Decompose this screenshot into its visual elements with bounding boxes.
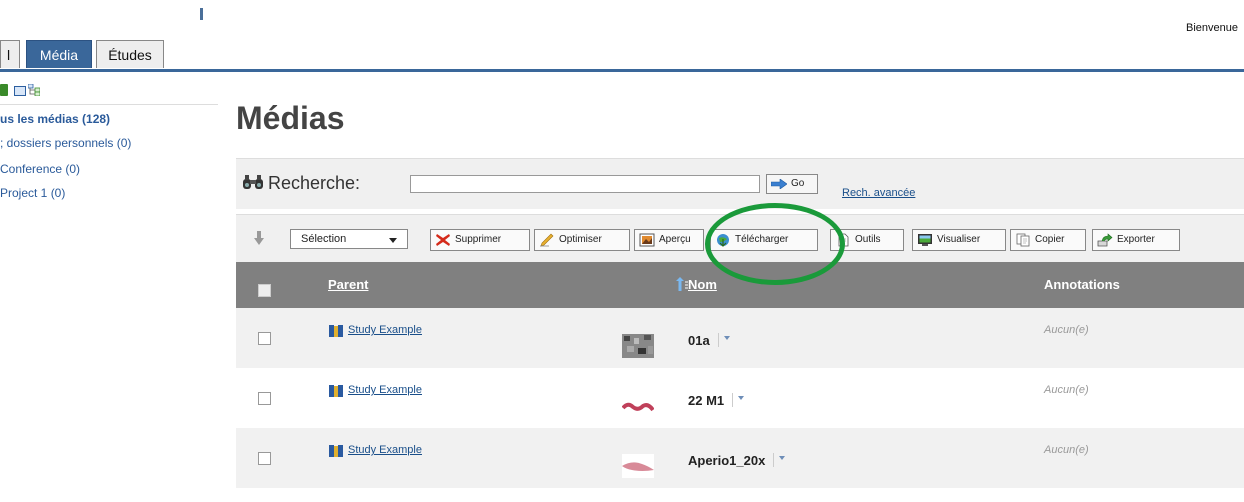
selection-dropdown-value: Sélection xyxy=(301,233,347,245)
table-header: Parent Nom Annotations xyxy=(236,262,1244,308)
copy-label: Copier xyxy=(1035,234,1065,245)
actions-toolbar: Sélection Supprimer Optimiser Aperçu Tél… xyxy=(236,214,1244,263)
sidebar: us les médias (128) ; dossiers personnel… xyxy=(0,72,218,502)
preview-button[interactable]: Aperçu xyxy=(634,229,704,251)
delete-x-icon xyxy=(436,234,450,246)
download-button[interactable]: Télécharger xyxy=(710,229,818,251)
binoculars-icon xyxy=(243,175,263,189)
delete-button[interactable]: Supprimer xyxy=(430,229,530,251)
collapse-icon[interactable] xyxy=(14,86,26,96)
tab-partial[interactable]: l xyxy=(0,40,20,68)
arrow-down-icon[interactable] xyxy=(254,231,264,245)
study-icon xyxy=(329,325,343,337)
sidebar-item-project-1[interactable]: Project 1 (0) xyxy=(0,186,65,200)
top-marker xyxy=(200,8,203,20)
tools-button[interactable]: Outils xyxy=(830,229,904,251)
search-label: Recherche: xyxy=(268,173,361,193)
sidebar-item-personal-folders[interactable]: ; dossiers personnels (0) xyxy=(0,136,131,150)
page-title: Médias xyxy=(236,100,345,136)
study-icon xyxy=(329,385,343,397)
preview-label: Aperçu xyxy=(659,234,691,245)
go-button[interactable]: Go xyxy=(766,174,818,194)
media-name-text: 22 M1 xyxy=(688,393,725,408)
search-input[interactable] xyxy=(410,175,760,193)
copy-icon xyxy=(1016,233,1030,247)
export-label: Exporter xyxy=(1117,234,1155,245)
column-header-name[interactable]: Nom xyxy=(676,277,717,292)
annotations-value: Aucun(e) xyxy=(1044,384,1089,396)
welcome-text: Bienvenue xyxy=(1186,22,1238,34)
pencil-icon xyxy=(540,233,554,247)
column-header-name-label: Nom xyxy=(688,277,717,292)
annotations-value: Aucun(e) xyxy=(1044,324,1089,336)
export-button[interactable]: Exporter xyxy=(1092,229,1180,251)
study-icon xyxy=(329,445,343,457)
media-thumbnail[interactable] xyxy=(622,334,654,358)
media-thumbnail[interactable] xyxy=(622,454,654,478)
media-thumbnail[interactable] xyxy=(622,394,654,418)
tab-media[interactable]: Média xyxy=(26,40,92,68)
selection-dropdown[interactable]: Sélection xyxy=(290,229,408,249)
download-globe-icon xyxy=(717,234,729,247)
sort-ascending-icon xyxy=(676,277,688,291)
download-label: Télécharger xyxy=(735,234,789,245)
column-header-annotations: Annotations xyxy=(1044,277,1120,292)
copy-button[interactable]: Copier xyxy=(1010,229,1086,251)
sidebar-toolbar xyxy=(0,80,218,105)
media-menu-icon[interactable] xyxy=(732,393,745,407)
tools-label: Outils xyxy=(855,234,881,245)
arrow-right-icon xyxy=(771,179,787,189)
media-name-text: Aperio1_20x xyxy=(688,453,766,468)
media-menu-icon[interactable] xyxy=(773,453,786,467)
delete-label: Supprimer xyxy=(455,234,502,245)
top-bar: Bienvenue l Média Études xyxy=(0,0,1244,70)
media-menu-icon[interactable] xyxy=(717,333,730,347)
parent-study-link[interactable]: Study Example xyxy=(348,384,422,396)
optimize-label: Optimiser xyxy=(559,234,602,245)
media-name: Aperio1_20x xyxy=(688,453,786,468)
select-all-checkbox[interactable] xyxy=(258,284,271,297)
visualize-button[interactable]: Visualiser xyxy=(912,229,1006,251)
monitor-icon xyxy=(918,234,932,246)
table-row: Study Example 01a Aucun(e) xyxy=(236,308,1244,368)
table-row: Study Example 22 M1 Aucun(e) xyxy=(236,368,1244,428)
media-name: 01a xyxy=(688,333,730,348)
row-checkbox[interactable] xyxy=(258,332,271,345)
table-row: Study Example Aperio1_20x Aucun(e) xyxy=(236,428,1244,488)
search-bar: Recherche: Go Rech. avancée xyxy=(236,158,1244,209)
sidebar-item-all-media[interactable]: us les médias (128) xyxy=(0,112,110,126)
chevron-down-icon xyxy=(389,238,397,243)
go-label: Go xyxy=(791,178,805,189)
parent-study-link[interactable]: Study Example xyxy=(348,444,422,456)
media-name-text: 01a xyxy=(688,333,710,348)
export-icon xyxy=(1097,233,1113,247)
row-checkbox[interactable] xyxy=(258,392,271,405)
main-content: Médias Recherche: Go Rech. avancée Sélec… xyxy=(236,72,1244,502)
annotations-value: Aucun(e) xyxy=(1044,444,1089,456)
column-header-parent[interactable]: Parent xyxy=(328,277,368,292)
visualize-label: Visualiser xyxy=(937,234,981,245)
optimize-button[interactable]: Optimiser xyxy=(534,229,630,251)
media-name: 22 M1 xyxy=(688,393,745,408)
image-icon xyxy=(639,233,655,247)
parent-study-link[interactable]: Study Example xyxy=(348,324,422,336)
tree-icon[interactable] xyxy=(28,84,40,96)
row-checkbox[interactable] xyxy=(258,452,271,465)
advanced-search-link[interactable]: Rech. avancée xyxy=(842,187,915,199)
document-icon xyxy=(838,233,849,247)
sidebar-item-conference[interactable]: Conference (0) xyxy=(0,162,80,176)
tab-etudes[interactable]: Études xyxy=(96,40,164,68)
expand-icon[interactable] xyxy=(0,84,8,96)
